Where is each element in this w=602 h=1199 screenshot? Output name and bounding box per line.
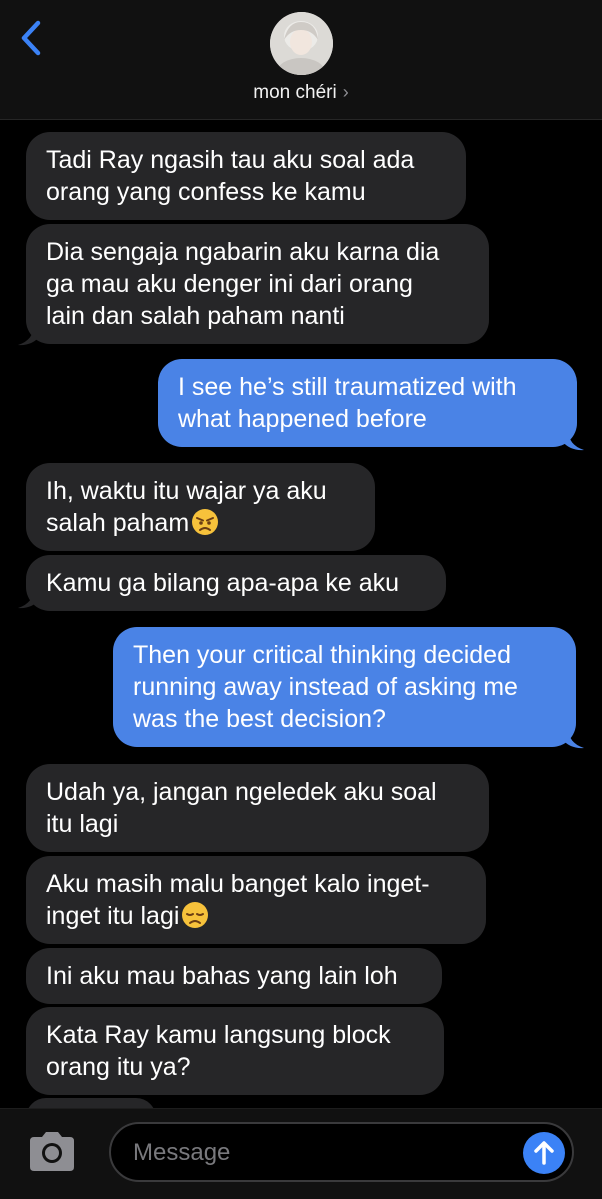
message-line: Kamu ga bilang apa-apa ke aku xyxy=(46,569,400,597)
message-line: inget itu lagi xyxy=(46,902,180,930)
message-bubble-incoming[interactable]: Udah ya, jangan ngeledek aku soal itu la… xyxy=(26,764,489,852)
message-line: Tadi Ray ngasih tau aku soal ada xyxy=(46,146,415,174)
message-bubble-incoming-partial[interactable] xyxy=(26,1098,156,1108)
camera-icon xyxy=(30,1132,74,1171)
bubble-tail xyxy=(18,587,40,609)
composer-bar xyxy=(0,1108,602,1199)
chevron-right-icon: › xyxy=(342,82,349,102)
message-line: Aku masih malu banget kalo inget- xyxy=(46,870,430,898)
send-button[interactable] xyxy=(523,1132,565,1174)
message-line: running away instead of asking me xyxy=(133,673,518,701)
contact-name-row[interactable]: mon chéri › xyxy=(0,82,602,104)
avatar[interactable] xyxy=(270,12,333,75)
bubble-tail xyxy=(562,727,584,749)
message-line: ga mau aku denger ini dari orang xyxy=(46,270,413,298)
chevron-left-icon xyxy=(21,20,41,56)
message-thread[interactable]: Tadi Ray ngasih tau aku soal ada orang y… xyxy=(0,120,602,1108)
angry-face-icon xyxy=(192,509,219,535)
message-line: Kata Ray kamu langsung block xyxy=(46,1021,391,1049)
message-line: Udah ya, jangan ngeledek aku soal xyxy=(46,778,437,806)
back-button[interactable] xyxy=(16,18,50,58)
contact-name: mon chéri xyxy=(253,82,337,103)
message-bubble-incoming[interactable]: Kata Ray kamu langsung block orang itu y… xyxy=(26,1007,444,1095)
message-bubble-incoming[interactable]: Tadi Ray ngasih tau aku soal ada orang y… xyxy=(26,132,466,220)
bubble-tail xyxy=(18,324,40,346)
message-line: I see he’s still traumatized with xyxy=(178,373,517,401)
message-line: lain dan salah paham nanti xyxy=(46,302,345,330)
message-line: Dia sengaja ngabarin aku karna dia xyxy=(46,238,440,266)
message-line: salah paham xyxy=(46,509,190,537)
message-bubble-incoming[interactable]: Kamu ga bilang apa-apa ke aku xyxy=(26,555,446,611)
conversation-header: mon chéri › xyxy=(0,0,602,120)
message-line: Ih, waktu itu wajar ya aku xyxy=(46,477,327,505)
message-line: Then your critical thinking decided xyxy=(133,641,511,669)
disappointed-face-icon xyxy=(182,902,209,928)
bubble-tail xyxy=(562,429,584,451)
message-input[interactable] xyxy=(133,1134,513,1172)
message-bubble-incoming[interactable]: Ini aku mau bahas yang lain loh xyxy=(26,948,442,1004)
message-line: itu lagi xyxy=(46,810,119,838)
camera-button[interactable] xyxy=(26,1129,78,1173)
message-line: orang itu ya? xyxy=(46,1053,191,1081)
message-bubble-outgoing[interactable]: I see he’s still traumatized with what h… xyxy=(158,359,577,447)
message-input-field[interactable] xyxy=(109,1122,574,1182)
message-line: was the best decision? xyxy=(133,705,386,733)
message-bubble-incoming[interactable]: Ih, waktu itu wajar ya aku salah paham xyxy=(26,463,375,551)
arrow-up-icon xyxy=(534,1141,554,1165)
message-line: Ini aku mau bahas yang lain loh xyxy=(46,962,398,990)
message-line: what happened before xyxy=(178,405,427,433)
message-bubble-incoming[interactable]: Aku masih malu banget kalo inget- inget … xyxy=(26,856,486,944)
message-line: orang yang confess ke kamu xyxy=(46,178,366,206)
message-bubble-incoming[interactable]: Dia sengaja ngabarin aku karna dia ga ma… xyxy=(26,224,489,344)
message-bubble-outgoing[interactable]: Then your critical thinking decided runn… xyxy=(113,627,576,747)
